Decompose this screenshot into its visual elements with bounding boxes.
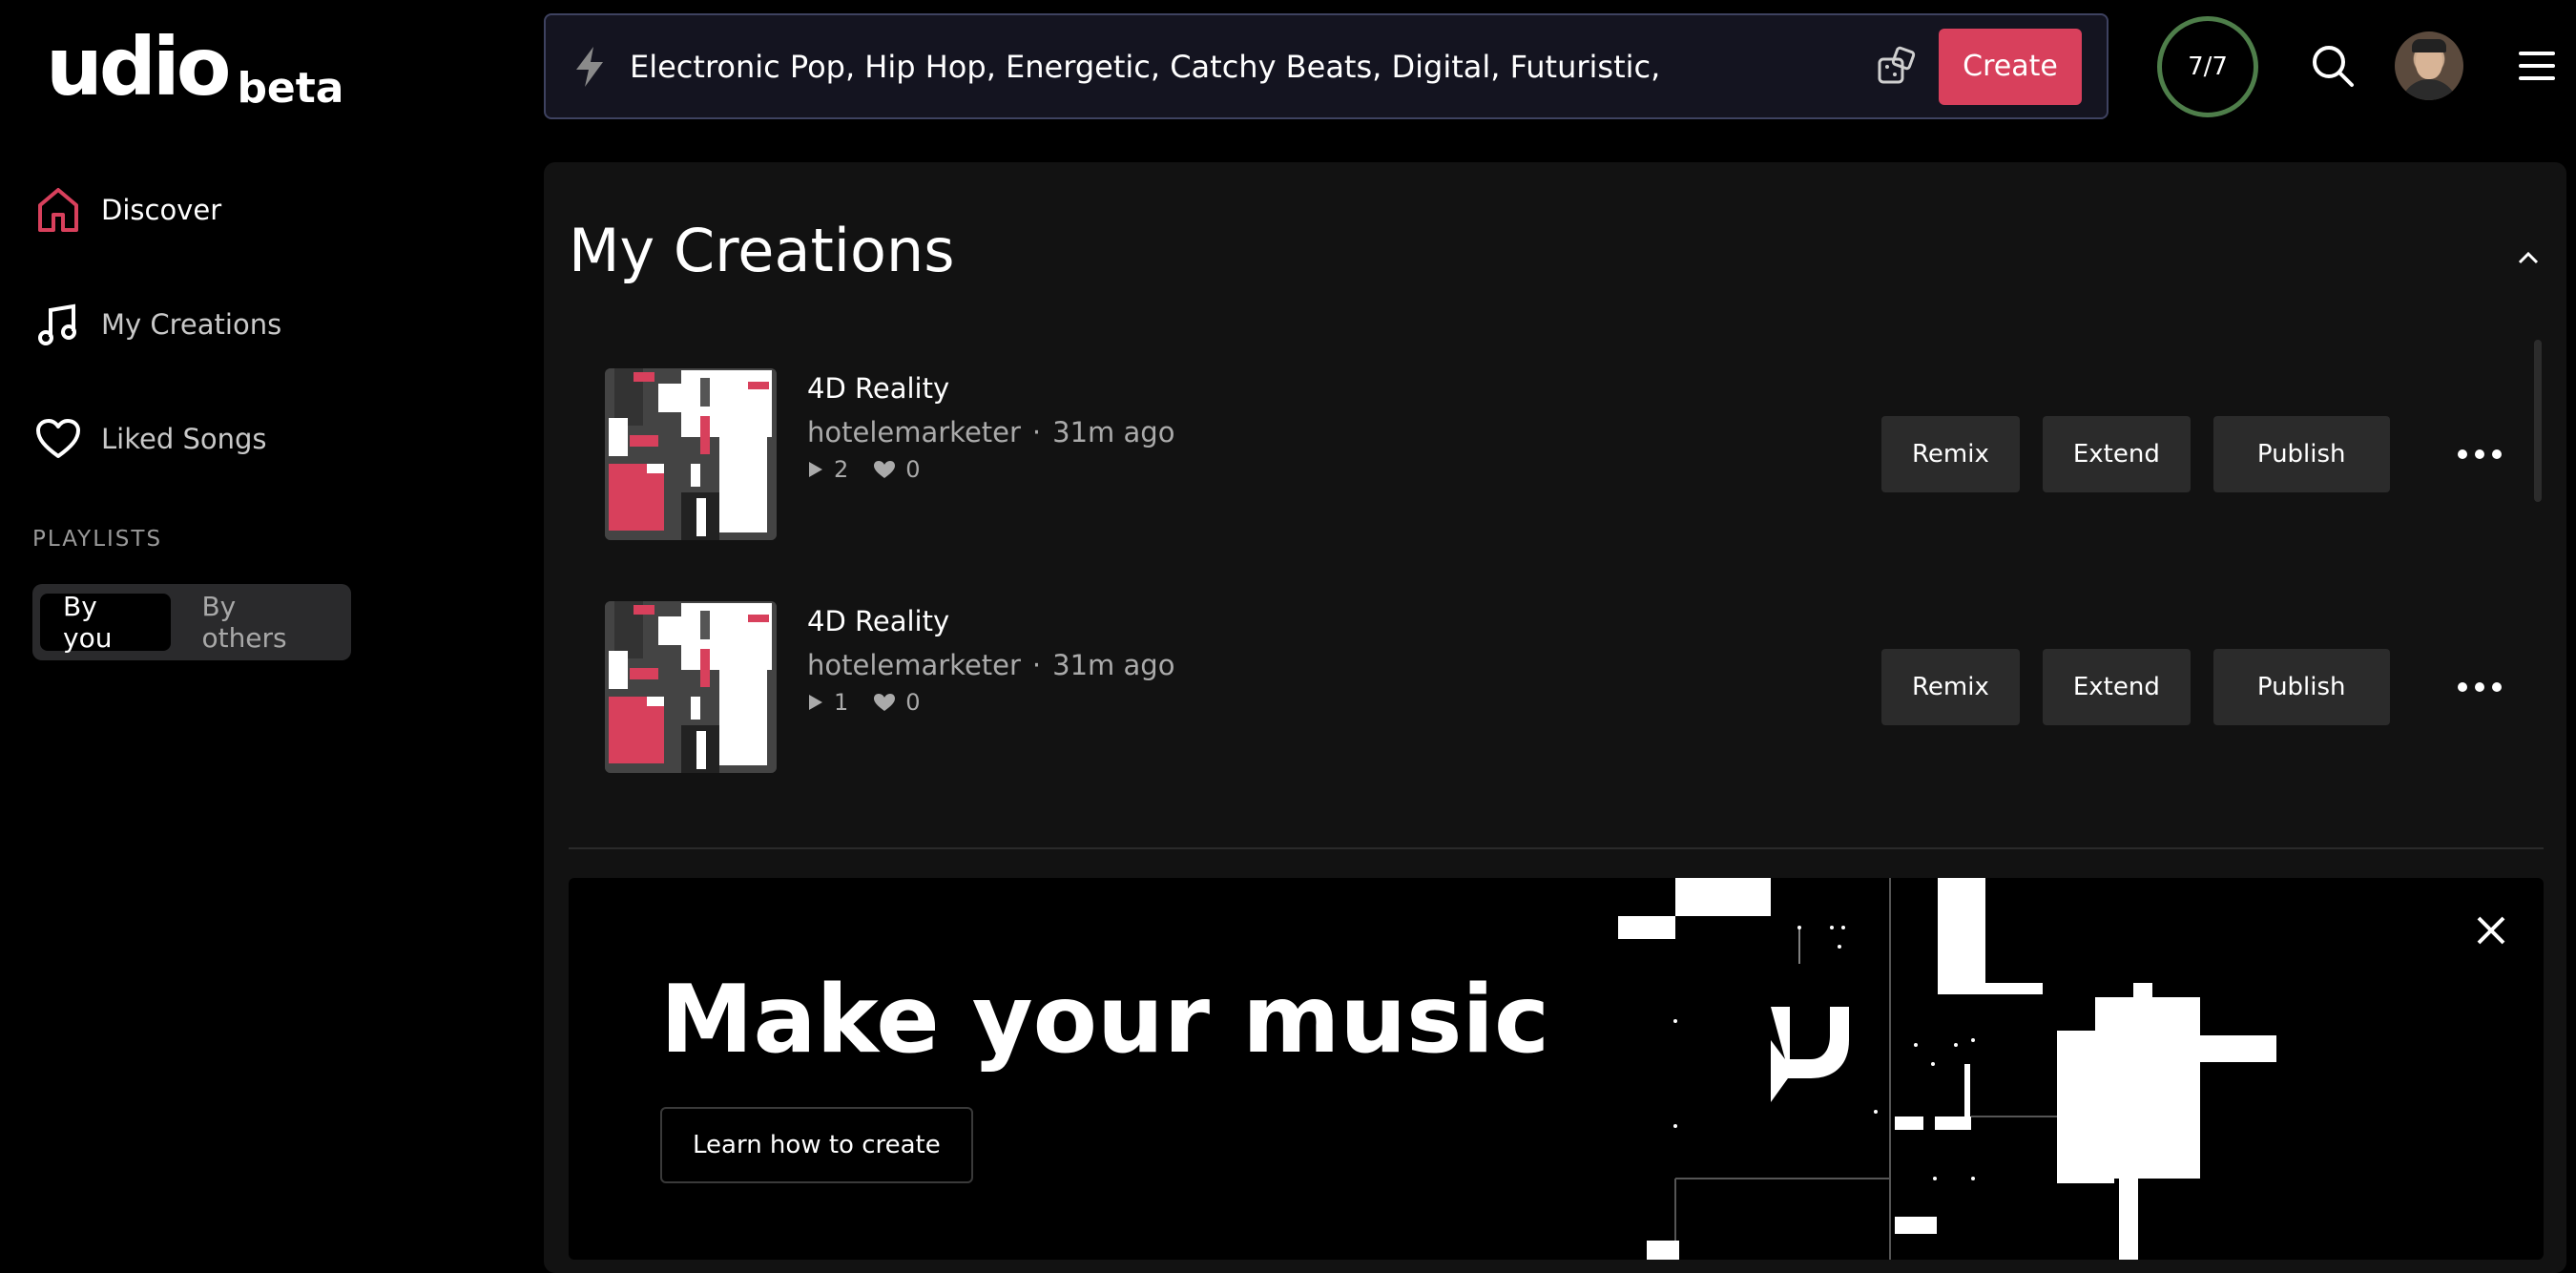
publish-button[interactable]: Publish	[2212, 649, 2390, 725]
avatar[interactable]	[2395, 31, 2463, 100]
lightning-icon	[576, 46, 603, 87]
close-icon[interactable]	[2475, 914, 2507, 947]
play-count-icon	[809, 462, 822, 477]
song-cover-art[interactable]	[605, 601, 777, 773]
promo-banner: Make your music Learn how to create	[569, 878, 2544, 1260]
song-title[interactable]: 4D Reality	[807, 372, 949, 405]
playlist-tab-by-you[interactable]: By you	[40, 591, 172, 654]
song-stats: 2 0	[807, 456, 921, 483]
song-actions: Remix Extend Publish	[1881, 416, 2508, 492]
extend-button[interactable]: Extend	[2042, 649, 2191, 725]
sidebar-item-label: Discover	[101, 194, 222, 226]
play-count: 2	[834, 456, 849, 483]
song-time: 31m ago	[1052, 649, 1175, 681]
main-panel: My Creations 4D Reality hotelemarketer ·…	[544, 162, 2566, 1273]
song-author[interactable]: hotelemarketer	[807, 416, 1021, 449]
scrollbar[interactable]	[2534, 340, 2542, 502]
like-count: 0	[905, 456, 921, 483]
song-cover-art[interactable]	[605, 368, 777, 540]
playlist-tab-by-others[interactable]: By others	[178, 591, 343, 654]
random-prompt-icon[interactable]	[1876, 46, 1918, 88]
song-time: 31m ago	[1052, 416, 1175, 449]
like-count-icon	[874, 694, 896, 711]
credits-counter[interactable]: 7/7	[2157, 16, 2258, 117]
create-button[interactable]: Create	[1939, 28, 2082, 105]
hamburger-menu-icon[interactable]	[2519, 50, 2555, 82]
sidebar-item-liked-songs[interactable]: Liked Songs	[32, 410, 509, 468]
playlists-heading: PLAYLISTS	[32, 527, 163, 552]
play-count: 1	[834, 689, 849, 716]
section-title: My Creations	[569, 216, 955, 285]
logo-wordmark: udio	[46, 20, 231, 114]
play-count-icon	[809, 695, 822, 710]
song-meta: hotelemarketer · 31m ago	[807, 416, 1175, 449]
sidebar-nav: Discover My Creations Liked Songs	[32, 181, 509, 525]
search-icon[interactable]	[2309, 42, 2357, 90]
more-options-icon[interactable]	[2451, 445, 2508, 464]
publish-button[interactable]: Publish	[2212, 416, 2390, 492]
extend-button[interactable]: Extend	[2042, 416, 2191, 492]
sidebar-item-label: My Creations	[101, 308, 282, 341]
remix-button[interactable]: Remix	[1881, 649, 2020, 725]
song-row[interactable]: 4D Reality hotelemarketer · 31m ago 1 0 Re…	[605, 601, 2502, 773]
remix-button[interactable]: Remix	[1881, 416, 2020, 492]
song-row[interactable]: 4D Reality hotelemarketer · 31m ago 2 0 Re…	[605, 368, 2502, 540]
playlist-filter-toggle: By you By others	[32, 584, 351, 660]
prompt-bar: Electronic Pop, Hip Hop, Energetic, Catc…	[544, 13, 2109, 119]
beta-badge: beta	[237, 64, 344, 113]
section-divider	[569, 847, 2544, 849]
music-note-icon	[32, 299, 84, 350]
song-author[interactable]: hotelemarketer	[807, 649, 1021, 681]
home-icon	[32, 184, 84, 236]
heart-icon	[32, 413, 84, 465]
sidebar-item-discover[interactable]: Discover	[32, 181, 509, 239]
sidebar-item-label: Liked Songs	[101, 423, 267, 455]
more-options-icon[interactable]	[2451, 678, 2508, 697]
prompt-input[interactable]: Electronic Pop, Hip Hop, Energetic, Catc…	[630, 49, 1876, 85]
song-meta: hotelemarketer · 31m ago	[807, 649, 1175, 681]
like-count-icon	[874, 461, 896, 478]
learn-how-button[interactable]: Learn how to create	[660, 1107, 973, 1183]
udio-logo[interactable]: udio beta	[46, 20, 344, 114]
like-count: 0	[905, 689, 921, 716]
banner-headline: Make your music	[660, 966, 1550, 1075]
song-title[interactable]: 4D Reality	[807, 605, 949, 637]
song-stats: 1 0	[807, 689, 921, 716]
song-actions: Remix Extend Publish	[1881, 649, 2508, 725]
chevron-up-icon[interactable]	[2517, 250, 2540, 265]
banner-artwork	[1618, 878, 2276, 1260]
sidebar-item-my-creations[interactable]: My Creations	[32, 296, 509, 353]
